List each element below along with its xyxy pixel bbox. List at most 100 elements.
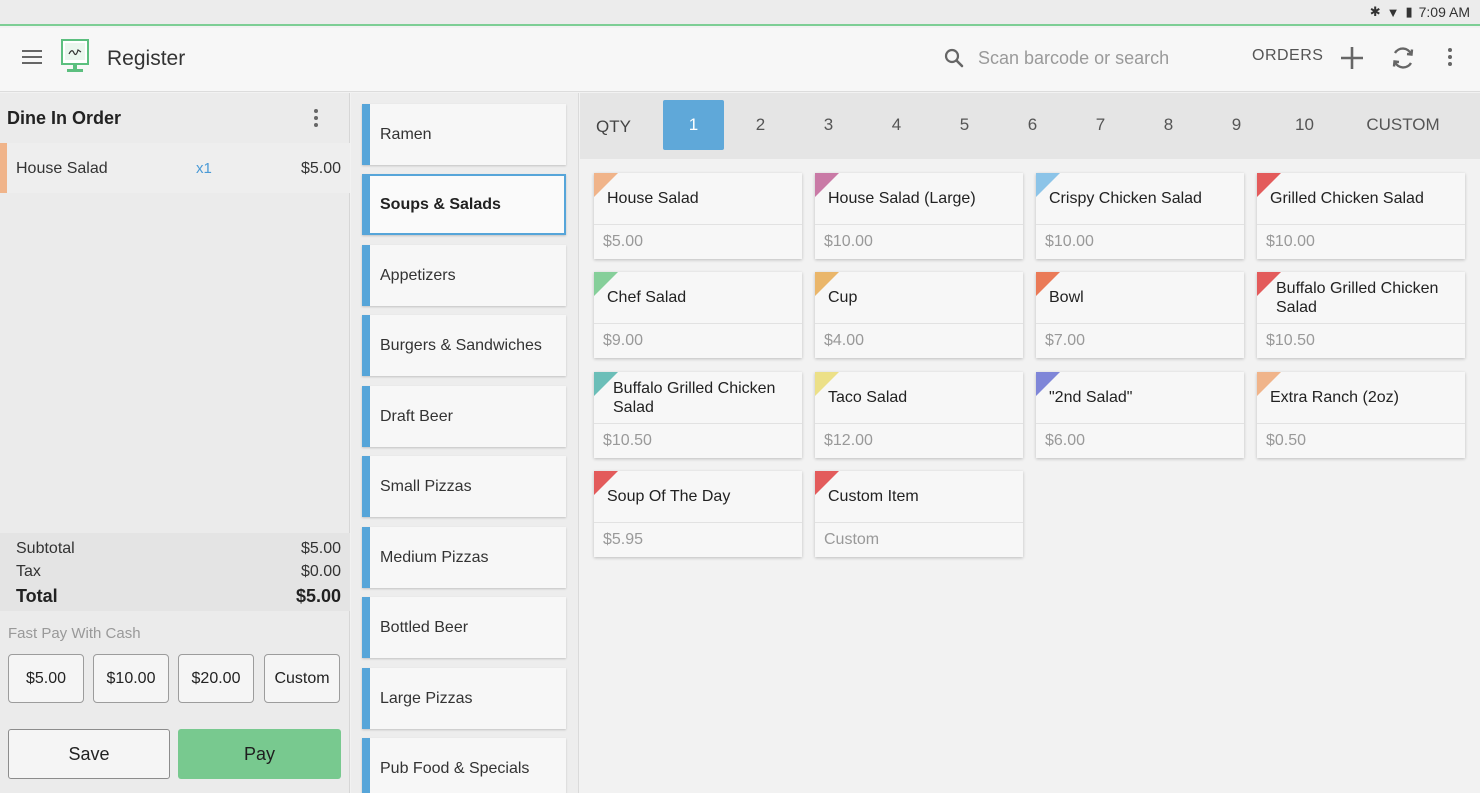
menu-item-card[interactable]: House Salad (Large) $10.00 <box>815 173 1023 259</box>
category-draft-beer[interactable]: Draft Beer <box>362 386 566 447</box>
fast-pay-label: Fast Pay With Cash <box>8 625 141 642</box>
pay-button[interactable]: Pay <box>178 729 341 779</box>
item-name: House Salad <box>607 190 699 207</box>
cash-custom-button[interactable]: Custom <box>264 654 340 703</box>
subtotal-row: Subtotal $5.00 <box>16 540 341 558</box>
item-price: $10.00 <box>1045 233 1094 250</box>
more-options-icon[interactable] <box>1444 48 1456 70</box>
add-icon[interactable] <box>1339 45 1365 71</box>
order-line-name: House Salad <box>16 160 108 177</box>
item-name: Buffalo Grilled Chicken Salad <box>613 380 776 416</box>
subtotal-value: $5.00 <box>300 540 341 557</box>
wifi-icon: ▼ <box>1386 4 1400 20</box>
order-more-options-icon[interactable] <box>309 109 323 129</box>
total-label: Total <box>16 586 58 606</box>
qty-option-6[interactable]: 6 <box>1002 100 1063 150</box>
order-line-price: $5.00 <box>300 160 341 177</box>
menu-item-card[interactable]: Taco Salad $12.00 <box>815 372 1023 458</box>
item-name: House Salad (Large) <box>828 190 976 207</box>
order-title: Dine In Order <box>7 108 122 128</box>
item-name: Buffalo Grilled Chicken Salad <box>1276 280 1439 316</box>
qty-option-4[interactable]: 4 <box>866 100 927 150</box>
item-price: Custom <box>824 531 880 548</box>
qty-option-7[interactable]: 7 <box>1070 100 1131 150</box>
item-price: $9.00 <box>603 332 644 349</box>
total-value: $5.00 <box>295 586 341 606</box>
order-panel: Dine In Order House Salad x1 $5.00 Subto… <box>0 93 350 793</box>
tax-row: Tax $0.00 <box>16 563 341 581</box>
category-medium-pizzas[interactable]: Medium Pizzas <box>362 527 566 588</box>
search-input[interactable] <box>972 42 1232 74</box>
qty-option-3[interactable]: 3 <box>798 100 859 150</box>
menu-item-card[interactable]: Cup $4.00 <box>815 272 1023 358</box>
menu-item-card[interactable]: Extra Ranch (2oz) $0.50 <box>1257 372 1465 458</box>
qty-option-5[interactable]: 5 <box>934 100 995 150</box>
cash-10-button[interactable]: $10.00 <box>93 654 169 703</box>
item-price: $10.00 <box>1266 233 1315 250</box>
item-name: Extra Ranch (2oz) <box>1270 389 1399 406</box>
category-burgers-sandwiches[interactable]: Burgers & Sandwiches <box>362 315 566 376</box>
item-name: Taco Salad <box>828 389 908 406</box>
category-soups-salads[interactable]: Soups & Salads <box>362 174 566 235</box>
item-price: $10.50 <box>1266 332 1315 349</box>
menu-item-card[interactable]: Buffalo Grilled Chicken Salad $10.50 <box>594 372 802 458</box>
category-appetizers[interactable]: Appetizers <box>362 245 566 306</box>
status-time: 7:09 AM <box>1418 4 1470 20</box>
category-list: Ramen Soups & Salads Appetizers Burgers … <box>351 93 579 793</box>
item-price: $12.00 <box>824 432 873 449</box>
bluetooth-icon: ✱ <box>1369 4 1381 19</box>
menu-item-card[interactable]: Crispy Chicken Salad $10.00 <box>1036 173 1244 259</box>
item-name: Chef Salad <box>607 289 687 306</box>
item-price: $7.00 <box>1045 332 1086 349</box>
item-price: $5.95 <box>603 531 644 548</box>
page-title: Register <box>107 47 186 70</box>
item-price: $0.50 <box>1266 432 1307 449</box>
menu-item-card[interactable]: Chef Salad $9.00 <box>594 272 802 358</box>
battery-icon: ▮ <box>1405 4 1413 19</box>
category-large-pizzas[interactable]: Large Pizzas <box>362 668 566 729</box>
search-icon[interactable] <box>944 48 964 68</box>
qty-option-10[interactable]: 10 <box>1274 100 1335 150</box>
item-name: Crispy Chicken Salad <box>1049 190 1202 207</box>
save-button[interactable]: Save <box>8 729 170 779</box>
qty-option-1[interactable]: 1 <box>663 100 724 150</box>
qty-option-custom[interactable]: CUSTOM <box>1353 100 1453 150</box>
qty-option-8[interactable]: 8 <box>1138 100 1199 150</box>
item-name: Grilled Chicken Salad <box>1270 190 1424 207</box>
item-price: $6.00 <box>1045 432 1086 449</box>
cash-5-button[interactable]: $5.00 <box>8 654 84 703</box>
orders-button[interactable]: ORDERS <box>1252 47 1323 65</box>
item-price: $4.00 <box>824 332 865 349</box>
menu-item-card[interactable]: "2nd Salad" $6.00 <box>1036 372 1244 458</box>
total-row: Total $5.00 <box>16 586 341 607</box>
order-totals: Subtotal $5.00 Tax $0.00 Total $5.00 <box>0 533 350 611</box>
menu-item-card[interactable]: Soup Of The Day $5.95 <box>594 471 802 557</box>
category-bottled-beer[interactable]: Bottled Beer <box>362 597 566 658</box>
qty-option-2[interactable]: 2 <box>730 100 791 150</box>
status-bar: ✱ ▼ ▮ 7:09 AM <box>0 0 1480 26</box>
tax-value: $0.00 <box>300 563 341 580</box>
menu-item-card[interactable]: Buffalo Grilled Chicken Salad $10.50 <box>1257 272 1465 358</box>
menu-icon[interactable] <box>22 50 42 66</box>
item-name: Custom Item <box>828 488 919 505</box>
category-ramen[interactable]: Ramen <box>362 104 566 165</box>
item-price: $10.50 <box>603 432 652 449</box>
menu-item-card[interactable]: Bowl $7.00 <box>1036 272 1244 358</box>
item-price: $10.00 <box>824 233 873 250</box>
sync-icon[interactable] <box>1389 44 1417 72</box>
register-logo-icon <box>61 39 89 72</box>
menu-item-card[interactable]: House Salad $5.00 <box>594 173 802 259</box>
category-small-pizzas[interactable]: Small Pizzas <box>362 456 566 517</box>
item-name: Cup <box>828 289 858 306</box>
order-line-item[interactable]: House Salad x1 $5.00 <box>0 143 350 193</box>
menu-item-card[interactable]: Custom Item Custom <box>815 471 1023 557</box>
qty-option-9[interactable]: 9 <box>1206 100 1267 150</box>
quantity-bar: QTY 1 2 3 4 5 6 7 8 9 10 CUSTOM <box>580 93 1480 159</box>
cash-20-button[interactable]: $20.00 <box>178 654 254 703</box>
item-name: Bowl <box>1049 289 1084 306</box>
tax-label: Tax <box>16 563 41 580</box>
item-name: Soup Of The Day <box>607 488 731 505</box>
menu-item-card[interactable]: Grilled Chicken Salad $10.00 <box>1257 173 1465 259</box>
category-pub-food-specials[interactable]: Pub Food & Specials <box>362 738 566 793</box>
order-line-color-marker <box>0 143 7 193</box>
